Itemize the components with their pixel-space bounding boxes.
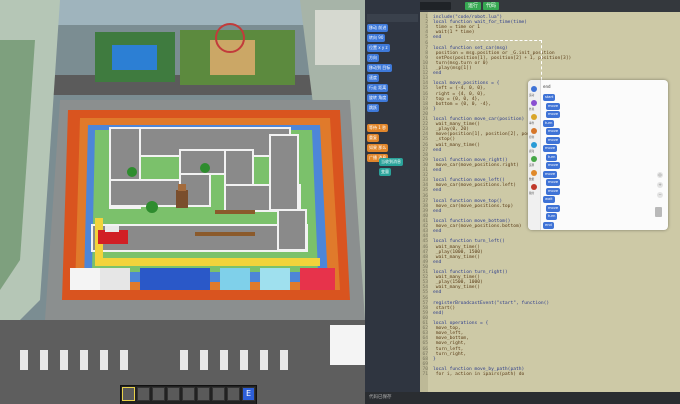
toolbox-category-label: 数据: [529, 178, 535, 181]
block-toolbox[interactable]: 运动外观事件控制感知运算数据我的: [528, 80, 541, 230]
palette-block[interactable]: 旋转 角度: [367, 94, 389, 102]
code-text: move_car(move_positions.right): [433, 162, 519, 168]
status-text: 代码已保存: [369, 395, 392, 400]
zoom-reset-icon[interactable]: ◎: [657, 172, 663, 178]
palette-categories[interactable]: [367, 14, 418, 22]
hotbar-slot[interactable]: [197, 387, 210, 401]
code-button[interactable]: 代码: [483, 2, 500, 10]
block-workspace-popup[interactable]: 运动 外观 事件 控制 感知 运算 数据 我的 end start move move turn mo…: [528, 80, 668, 230]
toolbox-category-label: 运算: [529, 164, 535, 167]
code-text: end: [433, 188, 442, 194]
code-block[interactable]: move: [546, 111, 561, 118]
code-block[interactable]: move: [546, 162, 561, 169]
code-block[interactable]: move: [546, 128, 561, 135]
code-text: end: [433, 147, 442, 153]
code-text: move_car(move_positions.left): [433, 183, 516, 189]
run-button[interactable]: 运行: [465, 2, 482, 10]
toolbox-category-label: 运动: [529, 94, 535, 97]
code-block[interactable]: end: [543, 221, 554, 229]
code-block[interactable]: wait: [543, 196, 555, 203]
toolbox-category-label: 外观: [529, 108, 535, 111]
code-block[interactable]: start: [543, 94, 556, 101]
palette-block[interactable]: 行走 距离: [367, 84, 389, 92]
code-text: bottom = {0, 0, -4},: [433, 101, 492, 107]
code-text: move_car(move_positions.bottom): [433, 224, 522, 230]
toolbox-category-label: 控制: [529, 136, 535, 139]
palette-block[interactable]: 移动到 目标: [367, 64, 393, 72]
code-block[interactable]: move: [543, 170, 558, 178]
3d-world-viewport[interactable]: E: [0, 0, 365, 404]
hotbar-slot[interactable]: [227, 387, 240, 401]
code-block[interactable]: move: [546, 136, 561, 144]
hotbar-slot[interactable]: [122, 387, 135, 401]
palette-block[interactable]: 跳跃: [367, 104, 379, 112]
hotbar-slot-selected-label[interactable]: E: [242, 387, 255, 401]
code-block[interactable]: move: [546, 179, 561, 186]
toolbox-category-icon[interactable]: [531, 100, 537, 106]
palette-block[interactable]: 速度: [367, 74, 379, 82]
palette-block[interactable]: 如果 那么: [367, 144, 389, 152]
hotbar[interactable]: E: [120, 385, 257, 404]
code-block[interactable]: move: [546, 204, 561, 212]
code-text: end: [433, 35, 442, 41]
code-block[interactable]: move: [546, 187, 561, 195]
line-number: 71: [422, 372, 428, 377]
hotbar-slot[interactable]: [212, 387, 225, 401]
code-block[interactable]: move: [543, 145, 558, 152]
palette-block[interactable]: 变量: [379, 168, 391, 176]
block-end-label: end: [543, 84, 551, 89]
code-text: for i, action in ipairs(path) do: [433, 372, 525, 377]
connector-line: [466, 40, 542, 42]
code-block[interactable]: turn: [546, 153, 558, 161]
toolbox-category-icon[interactable]: [531, 114, 537, 120]
code-line[interactable]: 71 for i, action in ipairs(path) do: [421, 372, 524, 378]
status-bar: 代码已保存: [365, 392, 680, 404]
code-text: }: [433, 356, 436, 362]
code-text: turn_right,: [433, 351, 467, 357]
palette-block[interactable]: 方向: [367, 54, 379, 62]
code-text: move_car(move_positions.top): [433, 203, 514, 209]
toolbox-category-icon[interactable]: [531, 128, 537, 134]
world-render: [0, 0, 365, 404]
hotbar-slot[interactable]: [182, 387, 195, 401]
code-text: end): [433, 310, 445, 316]
code-text: }: [433, 106, 436, 112]
hotbar-slot[interactable]: [167, 387, 180, 401]
toolbox-category-icon[interactable]: [531, 156, 537, 162]
code-block[interactable]: turn: [546, 213, 558, 220]
palette-block[interactable]: 等待 1 秒: [367, 124, 389, 132]
palette-block[interactable]: 转向 90: [367, 34, 386, 42]
palette-block[interactable]: 移动 前进: [367, 24, 389, 32]
palette-block[interactable]: 位置 x y z: [367, 44, 390, 52]
code-text: end: [433, 229, 442, 235]
palette-block[interactable]: 当收到消息: [379, 158, 403, 166]
toolbox-category-icon[interactable]: [531, 170, 537, 176]
toolbox-category-icon[interactable]: [531, 184, 537, 190]
code-text: end: [433, 71, 442, 77]
toolbox-category-label: 事件: [529, 122, 535, 125]
zoom-out-icon[interactable]: −: [657, 192, 663, 198]
hotbar-slot[interactable]: [137, 387, 150, 401]
toolbox-category-label: 感知: [529, 150, 535, 153]
code-text: end: [433, 208, 442, 214]
trash-icon[interactable]: [655, 207, 662, 217]
toolbox-category-label: 我的: [529, 192, 535, 195]
code-text: end: [433, 168, 442, 173]
hotbar-slot[interactable]: [152, 387, 165, 401]
toolbox-category-icon[interactable]: [531, 142, 537, 148]
zoom-in-icon[interactable]: +: [657, 182, 663, 188]
palette-block[interactable]: 重复: [367, 134, 379, 142]
code-text: end: [433, 290, 442, 296]
code-text: end: [433, 259, 442, 265]
block-palette: 移动 前进 转向 90 位置 x y z 方向 移动到 目标 速度 行走 距离 …: [365, 0, 420, 404]
connector-line: [541, 40, 543, 80]
toolbox-category-icon[interactable]: [531, 86, 537, 92]
code-block[interactable]: move: [546, 102, 561, 110]
code-block[interactable]: turn: [543, 119, 555, 127]
